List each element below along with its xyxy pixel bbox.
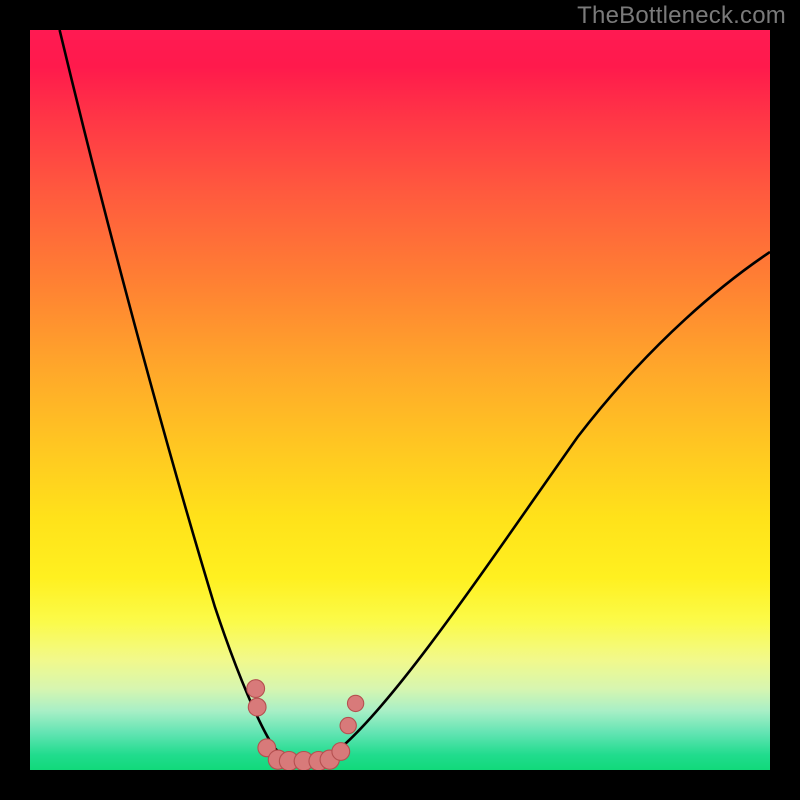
marker-point bbox=[332, 743, 350, 761]
marker-point bbox=[340, 717, 356, 733]
marker-point bbox=[247, 680, 265, 698]
marker-point bbox=[248, 698, 266, 716]
valley-markers bbox=[247, 680, 364, 770]
plot-area bbox=[30, 30, 770, 770]
marker-point bbox=[347, 695, 363, 711]
marker-layer bbox=[30, 30, 770, 770]
watermark-text: TheBottleneck.com bbox=[577, 2, 786, 30]
